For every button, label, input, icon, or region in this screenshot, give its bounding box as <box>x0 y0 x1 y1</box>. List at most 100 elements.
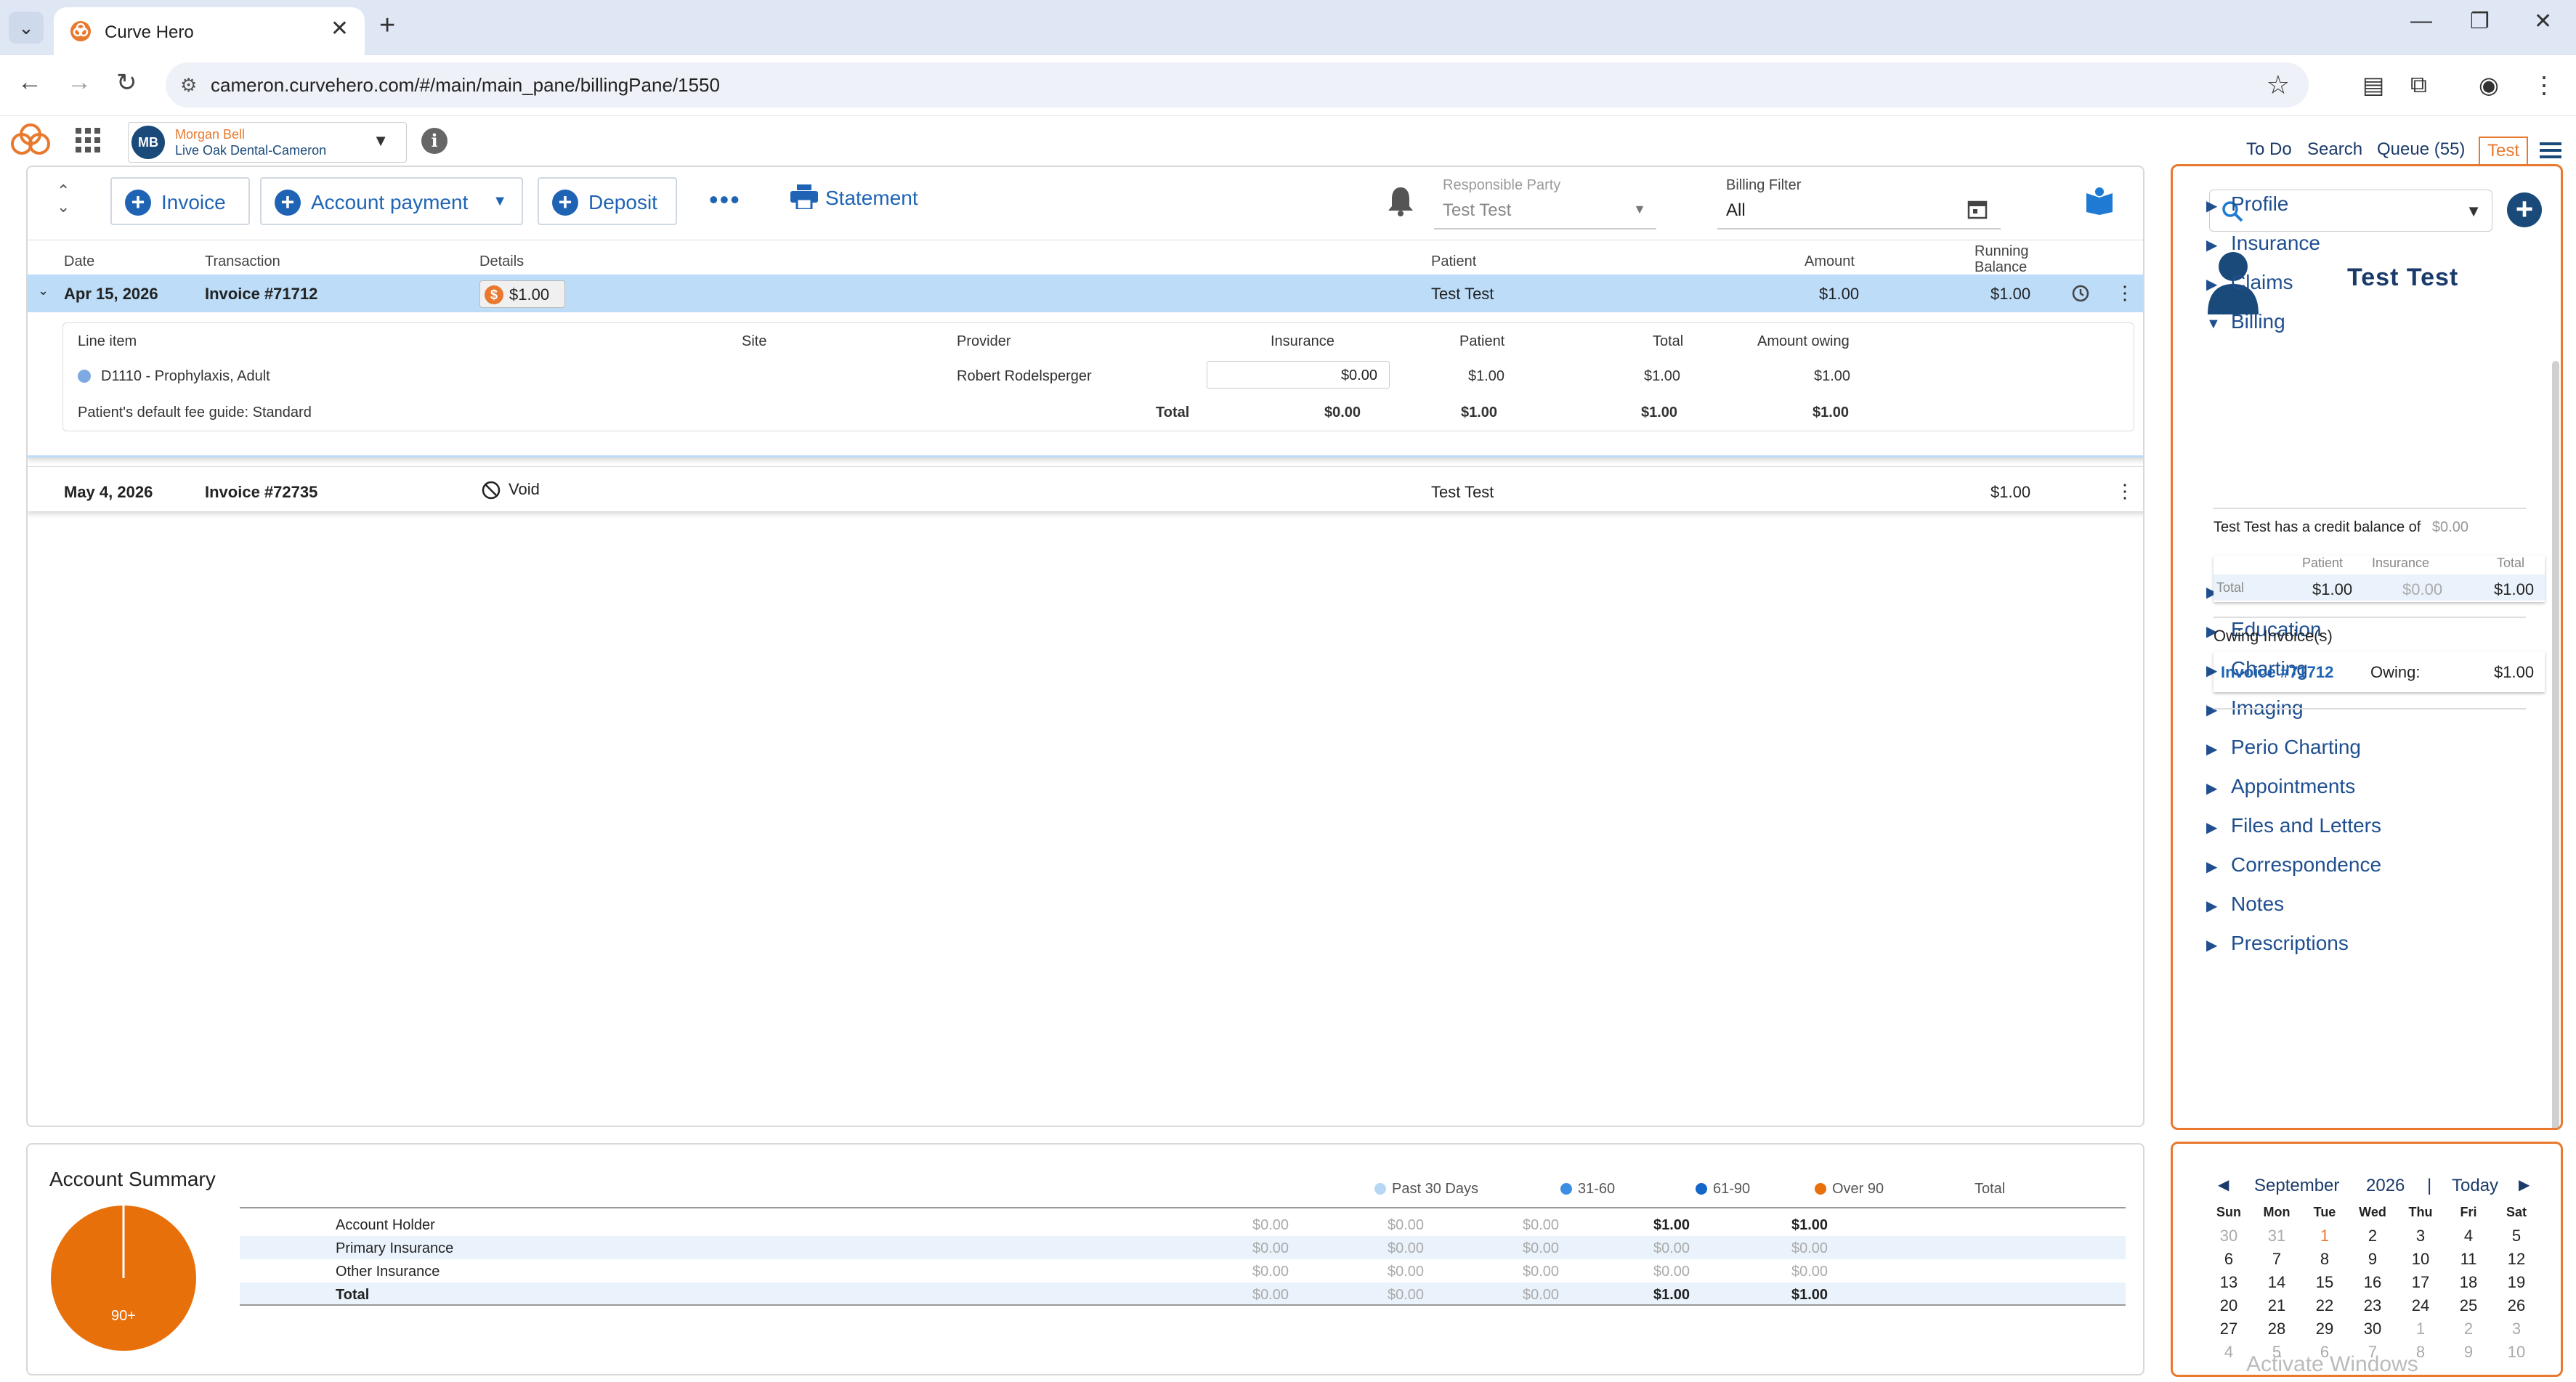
calendar-day[interactable]: 15 <box>2301 1273 2349 1292</box>
calendar-day[interactable]: 10 <box>2492 1343 2540 1362</box>
invoice-button[interactable]: + Invoice <box>110 177 250 225</box>
calendar-day[interactable]: 29 <box>2301 1320 2349 1338</box>
calendar-day[interactable]: 13 <box>2205 1273 2253 1292</box>
bell-icon[interactable] <box>1386 184 1415 216</box>
calendar-day[interactable]: 12 <box>2492 1250 2540 1269</box>
calendar-day[interactable]: 9 <box>2349 1250 2397 1269</box>
deposit-button[interactable]: + Deposit <box>538 177 677 225</box>
sidebar-item-notes[interactable]: ▶ Notes <box>2206 893 2284 916</box>
calendar-day[interactable]: 4 <box>2445 1227 2492 1245</box>
row-menu-icon[interactable]: ⋮ <box>2115 480 2134 503</box>
sidebar-item-claims[interactable]: ▶ Claims <box>2206 271 2293 294</box>
sidebar-item-profile[interactable]: ▶ Profile <box>2206 192 2288 216</box>
calendar-day[interactable]: 22 <box>2301 1296 2349 1315</box>
calendar-day[interactable]: 24 <box>2397 1296 2445 1315</box>
table-row[interactable]: May 4, 2026 Invoice #72735 Void Test Tes… <box>28 466 2143 511</box>
prev-month-icon[interactable]: ◀ <box>2218 1176 2229 1194</box>
profile-icon[interactable]: ◉ <box>2479 71 2499 99</box>
browser-menu-icon[interactable]: ⋮ <box>2532 71 2556 99</box>
calendar-day[interactable]: 11 <box>2445 1250 2492 1269</box>
calendar-day[interactable]: 18 <box>2445 1273 2492 1292</box>
table-row[interactable]: ⌄ Apr 15, 2026 Invoice #71712 $ $1.00 Te… <box>28 275 2143 312</box>
reading-list-icon[interactable]: ▤ <box>2362 71 2384 99</box>
site-info-icon[interactable]: ⚙ <box>180 74 197 97</box>
omnibox[interactable]: ⚙ cameron.curvehero.com/#/main/main_pane… <box>166 62 2309 107</box>
chevron-down-icon[interactable]: ⌄ <box>38 283 49 298</box>
calendar-day[interactable]: 1 <box>2301 1227 2349 1245</box>
statement-button[interactable]: Statement <box>790 184 918 211</box>
new-tab-icon[interactable]: + <box>379 10 395 41</box>
add-patient-button[interactable]: + <box>2507 192 2542 227</box>
calendar-icon[interactable] <box>1967 199 1988 219</box>
calendar-day[interactable]: 27 <box>2205 1320 2253 1338</box>
browser-tab[interactable]: Curve Hero ✕ <box>54 7 365 55</box>
calendar-day[interactable]: 19 <box>2492 1273 2540 1292</box>
sidebar-item-perio-charting[interactable]: ▶ Perio Charting <box>2206 736 2361 759</box>
calendar-day[interactable]: 3 <box>2397 1227 2445 1245</box>
queue-link[interactable]: Queue (55) <box>2377 139 2465 160</box>
responsible-party-select[interactable]: Responsible Party Test Test ▼ <box>1434 171 1656 229</box>
app-grid-icon[interactable] <box>76 128 100 153</box>
hamburger-menu-icon[interactable] <box>2540 142 2561 162</box>
sidebar-item-insurance[interactable]: ▶ Insurance <box>2206 232 2320 255</box>
calendar-day[interactable]: 25 <box>2445 1296 2492 1315</box>
calendar-day[interactable]: 9 <box>2445 1343 2492 1362</box>
tab-test[interactable]: Test <box>2479 137 2529 166</box>
calendar-day[interactable]: 10 <box>2397 1250 2445 1269</box>
calendar-year[interactable]: 2026 <box>2366 1176 2405 1196</box>
info-icon[interactable]: i <box>421 128 447 154</box>
calendar-day[interactable]: 8 <box>2301 1250 2349 1269</box>
calendar-day[interactable]: 30 <box>2349 1320 2397 1338</box>
calendar-day[interactable]: 30 <box>2205 1227 2253 1245</box>
sidebar-item-billing[interactable]: ▼ Billing <box>2206 310 2285 333</box>
sidebar-item-correspondence[interactable]: ▶ Correspondence <box>2206 853 2381 877</box>
back-arrow-icon[interactable]: ← <box>17 68 42 97</box>
insurance-amount-input[interactable]: $0.00 <box>1207 361 1390 389</box>
forward-arrow-icon[interactable]: → <box>67 68 92 97</box>
calendar-day[interactable]: 28 <box>2253 1320 2301 1338</box>
reload-icon[interactable]: ↻ <box>116 68 137 97</box>
calendar-day[interactable]: 1 <box>2397 1320 2445 1338</box>
billing-filter-input[interactable]: Billing Filter All <box>1717 171 2001 229</box>
account-payment-button[interactable]: + Account payment ▼ <box>260 177 523 225</box>
url-text[interactable]: cameron.curvehero.com/#/main/main_pane/b… <box>211 74 720 97</box>
calendar-day[interactable]: 26 <box>2492 1296 2540 1315</box>
calendar-day[interactable]: 21 <box>2253 1296 2301 1315</box>
calendar-month[interactable]: September <box>2254 1176 2339 1196</box>
calendar-day[interactable]: 17 <box>2397 1273 2445 1292</box>
today-link[interactable]: Today <box>2452 1176 2498 1196</box>
calendar-day[interactable]: 31 <box>2253 1227 2301 1245</box>
todo-link[interactable]: To Do <box>2246 139 2292 160</box>
side-panel-scrollbar[interactable] <box>2552 361 2559 1128</box>
calendar-day[interactable]: 7 <box>2253 1250 2301 1269</box>
tab-search-dropdown[interactable]: ⌄ <box>9 12 44 44</box>
next-month-icon[interactable]: ▶ <box>2519 1176 2530 1194</box>
sidebar-item-prescriptions[interactable]: ▶ Prescriptions <box>2206 932 2349 955</box>
calendar-day[interactable]: 16 <box>2349 1273 2397 1292</box>
expand-collapse-icon[interactable]: ⌃ ⌄ <box>57 183 70 215</box>
education-book-icon[interactable] <box>2085 186 2114 215</box>
calendar-day[interactable]: 2 <box>2349 1227 2397 1245</box>
user-clinic-selector[interactable]: MB Morgan Bell Live Oak Dental-Cameron ▼ <box>128 122 407 163</box>
maximize-icon[interactable]: ❐ <box>2470 9 2490 34</box>
minimize-icon[interactable]: — <box>2410 9 2432 33</box>
history-icon[interactable] <box>2070 283 2091 304</box>
calendar-day[interactable]: 23 <box>2349 1296 2397 1315</box>
search-link[interactable]: Search <box>2307 139 2362 160</box>
more-options-icon[interactable]: ••• <box>709 184 741 215</box>
calendar-day[interactable]: 2 <box>2445 1320 2492 1338</box>
bookmark-star-icon[interactable]: ☆ <box>2267 70 2290 100</box>
calendar-day[interactable]: 20 <box>2205 1296 2253 1315</box>
close-window-icon[interactable]: ✕ <box>2534 9 2552 34</box>
calendar-day[interactable]: 14 <box>2253 1273 2301 1292</box>
sidebar-item-appointments[interactable]: ▶ Appointments <box>2206 775 2355 798</box>
calendar-day[interactable]: 6 <box>2205 1250 2253 1269</box>
owing-invoice-link[interactable]: Invoice #71712 <box>2221 663 2333 682</box>
sidebar-item-files-and-letters[interactable]: ▶ Files and Letters <box>2206 814 2381 837</box>
calendar-day[interactable]: 5 <box>2492 1227 2540 1245</box>
calendar-day[interactable]: 3 <box>2492 1320 2540 1338</box>
extensions-icon[interactable]: ⧉ <box>2410 71 2427 99</box>
row-menu-icon[interactable]: ⋮ <box>2115 282 2134 304</box>
curvehero-logo[interactable] <box>7 122 54 158</box>
chevron-down-icon[interactable]: ▼ <box>2466 202 2482 221</box>
